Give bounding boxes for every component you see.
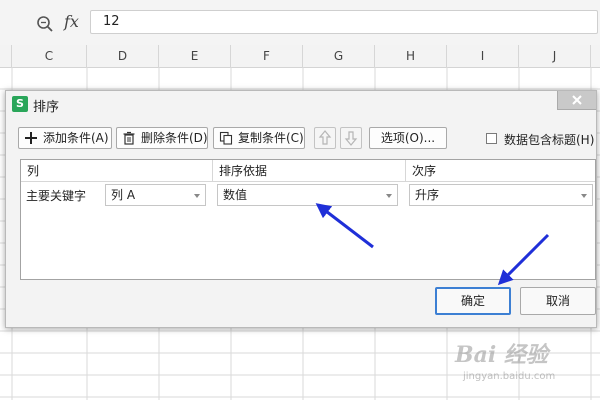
- delete-condition-button[interactable]: 删除条件(D): [116, 127, 208, 149]
- column-header-j[interactable]: J: [519, 45, 591, 67]
- chevron-down-icon: [581, 194, 587, 198]
- column-header-d[interactable]: D: [87, 45, 159, 67]
- arrow-up-icon: [318, 130, 332, 145]
- zoom-icon[interactable]: [36, 15, 54, 33]
- formula-bar: fx 12: [0, 0, 600, 46]
- column-header-row: C D E F G H I J: [0, 45, 600, 68]
- column-header-order: 次序: [406, 160, 595, 182]
- ok-button[interactable]: 确定: [435, 287, 511, 315]
- copy-condition-label: 复制条件(C): [238, 131, 304, 145]
- watermark-text: Bai 经验: [455, 342, 548, 368]
- formula-input[interactable]: 12: [90, 10, 598, 34]
- cancel-button[interactable]: 取消: [520, 287, 596, 315]
- add-condition-label: 添加条件(A): [43, 131, 109, 145]
- sort-on-select[interactable]: 数值: [217, 184, 398, 206]
- column-header-h[interactable]: H: [375, 45, 447, 67]
- order-select[interactable]: 升序: [409, 184, 593, 206]
- column-header-c[interactable]: C: [12, 45, 87, 67]
- close-icon: [572, 95, 582, 105]
- sort-dialog: S 排序 添加条件(A) 删除条件(D) 复制条件(C) 选项(O)... 数据…: [5, 90, 597, 328]
- copy-icon: [219, 131, 233, 145]
- sort-on-select-value: 数值: [223, 188, 248, 202]
- app-logo-icon: S: [12, 96, 28, 112]
- dialog-title-bar[interactable]: S 排序: [6, 91, 596, 117]
- watermark-url: jingyan.baidu.com: [463, 371, 556, 382]
- fx-icon[interactable]: fx: [64, 12, 79, 31]
- arrow-down-icon: [344, 131, 358, 146]
- delete-condition-label: 删除条件(D): [141, 131, 208, 145]
- chevron-down-icon: [386, 194, 392, 198]
- plus-icon: [25, 132, 37, 144]
- move-up-button[interactable]: [314, 127, 336, 149]
- primary-key-label: 主要关键字: [26, 189, 87, 203]
- watermark: Bai 经验 jingyan.baidu.com: [455, 335, 595, 395]
- column-header-f[interactable]: F: [231, 45, 303, 67]
- column-header-column: 列: [21, 160, 213, 182]
- column-select-value: 列 A: [111, 188, 136, 202]
- add-condition-button[interactable]: 添加条件(A): [18, 127, 112, 149]
- dialog-title: 排序: [33, 100, 60, 115]
- order-select-value: 升序: [415, 188, 440, 202]
- column-header-sort-on: 排序依据: [213, 160, 406, 182]
- close-button[interactable]: [557, 91, 596, 110]
- options-button[interactable]: 选项(O)...: [369, 127, 447, 149]
- column-header-i[interactable]: I: [447, 45, 519, 67]
- has-header-label[interactable]: 数据包含标题(H): [504, 131, 594, 148]
- copy-condition-button[interactable]: 复制条件(C): [213, 127, 305, 149]
- sort-conditions-table: 列 排序依据 次序 主要关键字 列 A 数值 升序: [20, 159, 596, 280]
- chevron-down-icon: [194, 194, 200, 198]
- column-header-stub: [0, 45, 12, 67]
- column-header-e[interactable]: E: [159, 45, 231, 67]
- column-header-g[interactable]: G: [303, 45, 375, 67]
- move-down-button[interactable]: [340, 127, 362, 149]
- options-label: 选项(O)...: [380, 131, 436, 145]
- trash-icon: [123, 131, 135, 145]
- column-select[interactable]: 列 A: [105, 184, 206, 206]
- has-header-checkbox[interactable]: [486, 133, 497, 144]
